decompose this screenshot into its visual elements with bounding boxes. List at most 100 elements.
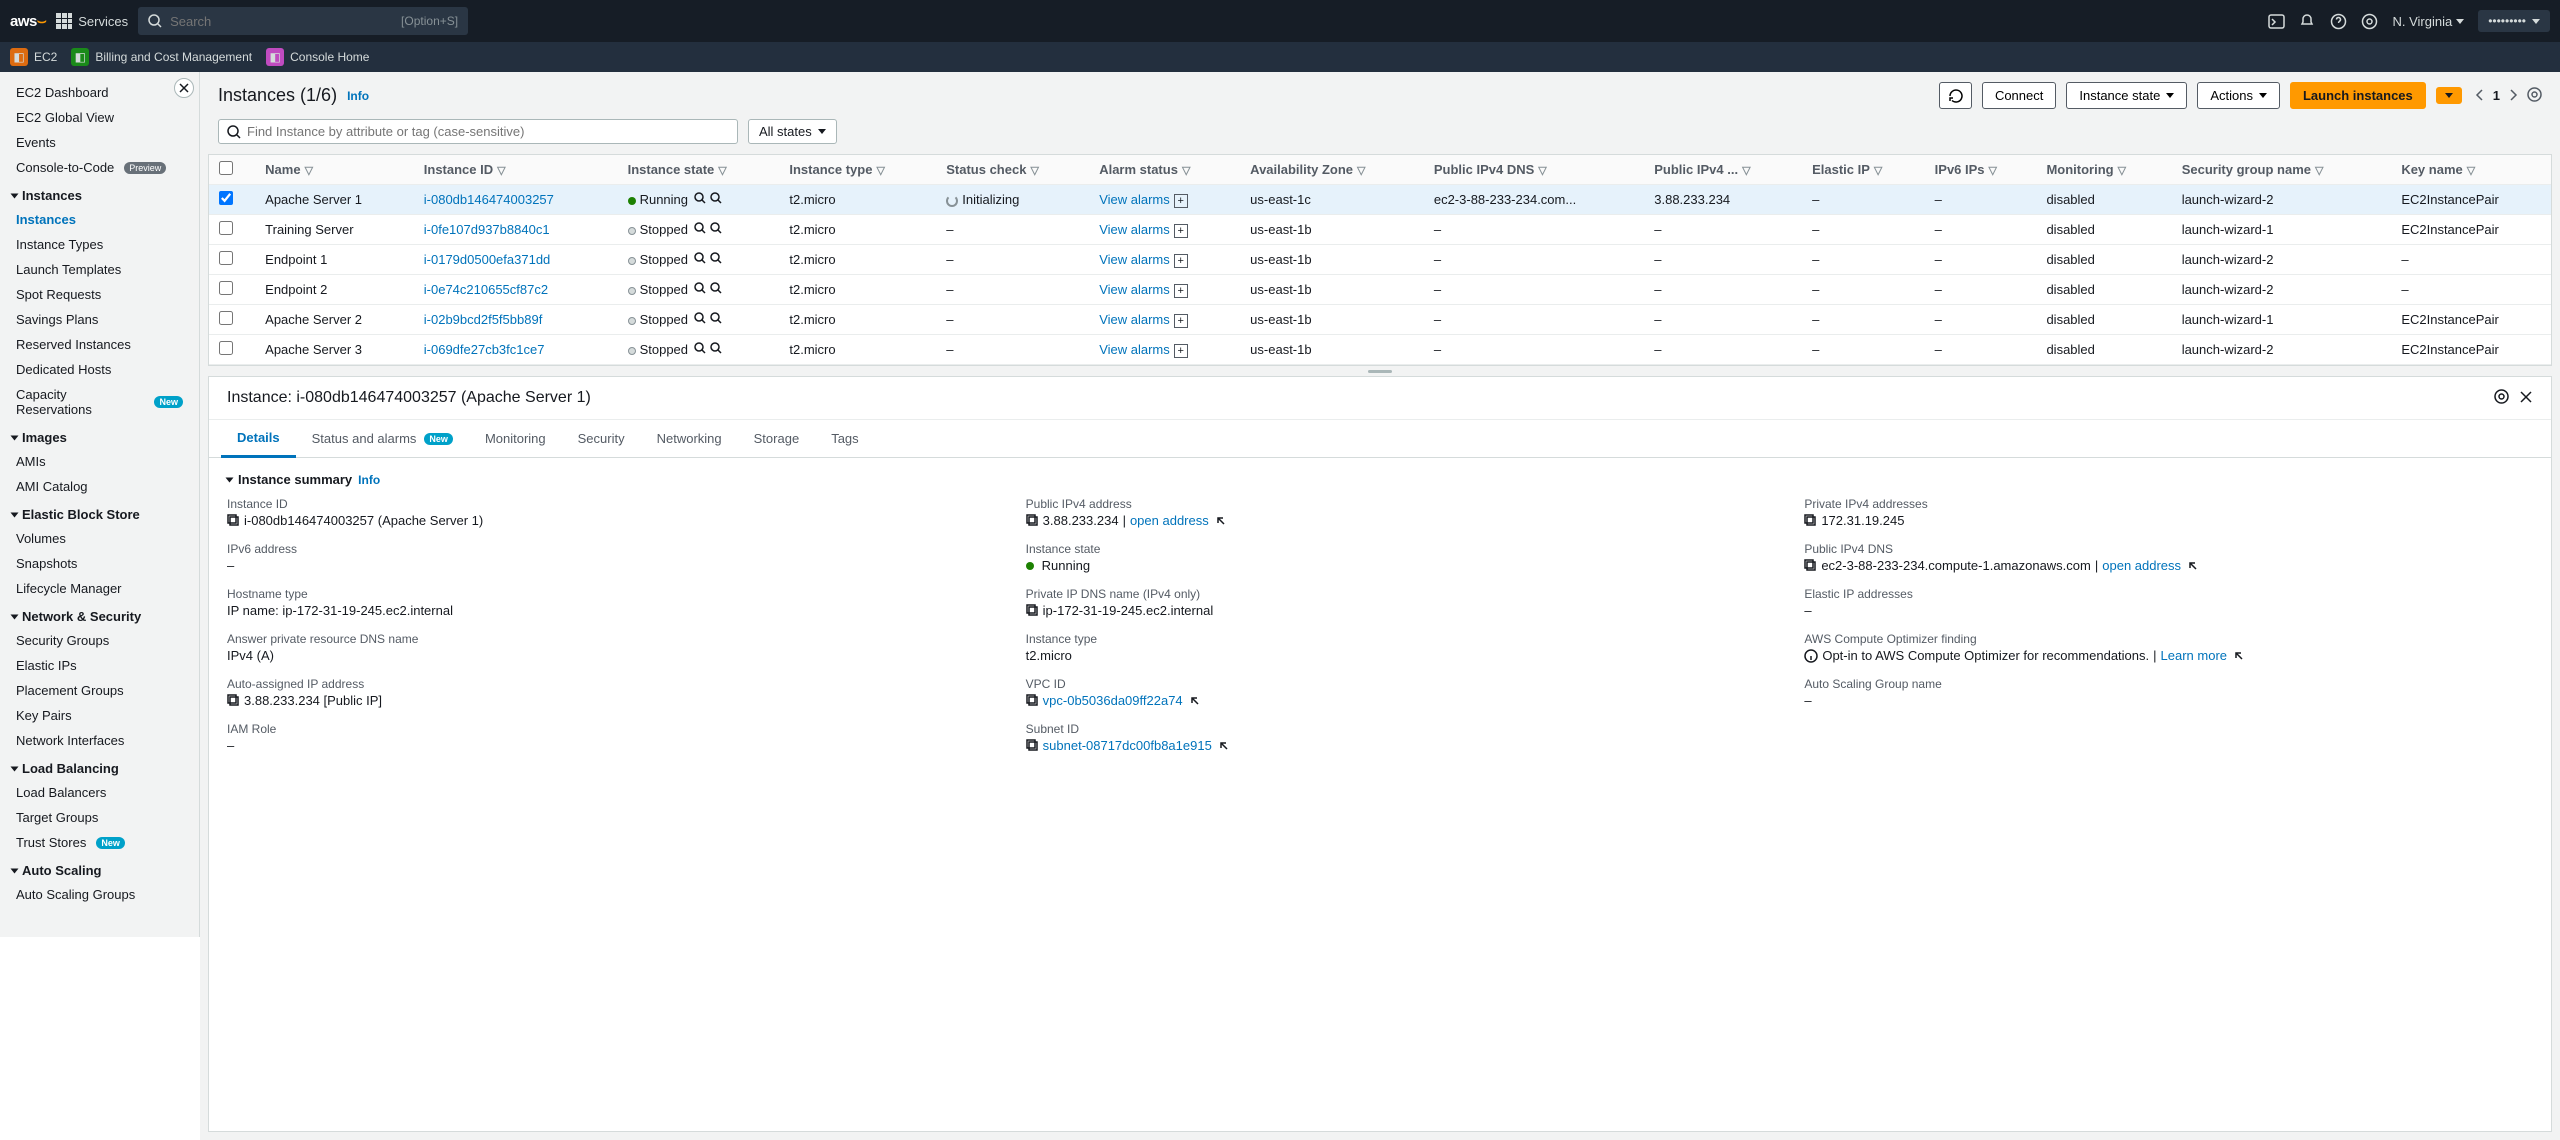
connect-button[interactable]: Connect bbox=[1982, 82, 2056, 109]
instance-id-link[interactable]: i-080db146474003257 bbox=[424, 192, 554, 207]
gear-icon[interactable] bbox=[2361, 13, 2378, 30]
field-link[interactable]: vpc-0b5036da09ff22a74 bbox=[1043, 693, 1183, 708]
summary-info[interactable]: Info bbox=[358, 473, 380, 487]
detail-settings[interactable] bbox=[2494, 389, 2509, 407]
zoom-out-icon[interactable] bbox=[710, 222, 722, 234]
view-alarms-link[interactable]: View alarms bbox=[1099, 192, 1170, 207]
sidebar-item[interactable]: AMI Catalog bbox=[0, 474, 199, 499]
zoom-out-icon[interactable] bbox=[710, 342, 722, 354]
view-alarms-link[interactable]: View alarms bbox=[1099, 342, 1170, 357]
sidebar-item[interactable]: Instances bbox=[0, 207, 199, 232]
row-checkbox[interactable] bbox=[219, 191, 233, 205]
column-header[interactable]: Monitoring▽ bbox=[2036, 155, 2171, 185]
detail-tab[interactable]: Security bbox=[562, 420, 641, 457]
learn-more-link[interactable]: Learn more bbox=[2161, 648, 2227, 663]
sidebar-item[interactable]: Auto Scaling Groups bbox=[0, 882, 199, 907]
sidebar-item[interactable]: Dedicated Hosts bbox=[0, 357, 199, 382]
region-selector[interactable]: N. Virginia bbox=[2392, 14, 2464, 29]
zoom-out-icon[interactable] bbox=[710, 312, 722, 324]
copy-icon[interactable] bbox=[1804, 514, 1817, 527]
help-icon[interactable] bbox=[2330, 13, 2347, 30]
launch-instances-button[interactable]: Launch instances bbox=[2290, 82, 2426, 109]
info-link[interactable]: Info bbox=[347, 89, 369, 103]
view-alarms-link[interactable]: View alarms bbox=[1099, 312, 1170, 327]
svc-chip-billing[interactable]: ◧Billing and Cost Management bbox=[71, 48, 252, 66]
detail-tab[interactable]: Tags bbox=[815, 420, 874, 457]
table-row[interactable]: Endpoint 1 i-0179d0500efa371dd Stopped t… bbox=[209, 245, 2551, 275]
view-alarms-link[interactable]: View alarms bbox=[1099, 252, 1170, 267]
copy-icon[interactable] bbox=[1026, 739, 1039, 752]
row-checkbox[interactable] bbox=[219, 251, 233, 265]
collapse-sidebar[interactable] bbox=[174, 78, 194, 98]
find-input[interactable] bbox=[247, 124, 729, 139]
find-instance[interactable] bbox=[218, 119, 738, 144]
sidebar-item[interactable]: Network Interfaces bbox=[0, 728, 199, 753]
table-row[interactable]: Apache Server 3 i-069dfe27cb3fc1ce7 Stop… bbox=[209, 335, 2551, 365]
column-header[interactable]: Instance ID▽ bbox=[414, 155, 618, 185]
column-header[interactable]: Instance type▽ bbox=[779, 155, 936, 185]
sidebar-item[interactable]: EC2 Global View bbox=[0, 105, 199, 130]
sidebar-item[interactable]: Target Groups bbox=[0, 805, 199, 830]
actions-menu[interactable]: Actions bbox=[2197, 82, 2280, 109]
field-link[interactable]: subnet-08717dc00fb8a1e915 bbox=[1043, 738, 1212, 753]
sidebar-item[interactable]: AMIs bbox=[0, 449, 199, 474]
column-header[interactable]: Public IPv4 DNS▽ bbox=[1424, 155, 1644, 185]
sidebar-section-head[interactable]: Auto Scaling bbox=[0, 855, 199, 882]
row-checkbox[interactable] bbox=[219, 341, 233, 355]
sidebar-section-head[interactable]: Elastic Block Store bbox=[0, 499, 199, 526]
column-header[interactable]: Security group name▽ bbox=[2172, 155, 2392, 185]
column-header[interactable]: Status check▽ bbox=[936, 155, 1089, 185]
aws-logo[interactable]: aws⌣ bbox=[10, 13, 46, 30]
sidebar-item[interactable]: EC2 Dashboard bbox=[0, 80, 199, 105]
instance-id-link[interactable]: i-0fe107d937b8840c1 bbox=[424, 222, 550, 237]
table-row[interactable]: Apache Server 2 i-02b9bcd2f5f5bb89f Stop… bbox=[209, 305, 2551, 335]
copy-icon[interactable] bbox=[227, 694, 240, 707]
sidebar-item[interactable]: Savings Plans bbox=[0, 307, 199, 332]
copy-icon[interactable] bbox=[1026, 514, 1039, 527]
open-address-link[interactable]: open address bbox=[1130, 513, 1209, 528]
column-header[interactable] bbox=[209, 155, 255, 185]
sidebar-item[interactable]: Load Balancers bbox=[0, 780, 199, 805]
sidebar-item[interactable]: Capacity ReservationsNew bbox=[0, 382, 199, 422]
sidebar-item[interactable]: Lifecycle Manager bbox=[0, 576, 199, 601]
detail-tab[interactable]: Monitoring bbox=[469, 420, 562, 457]
column-header[interactable]: Availability Zone▽ bbox=[1240, 155, 1424, 185]
table-row[interactable]: Apache Server 1 i-080db146474003257 Runn… bbox=[209, 185, 2551, 215]
view-alarms-link[interactable]: View alarms bbox=[1099, 282, 1170, 297]
copy-icon[interactable] bbox=[227, 514, 240, 527]
sidebar-item[interactable]: Reserved Instances bbox=[0, 332, 199, 357]
sidebar-item[interactable]: Spot Requests bbox=[0, 282, 199, 307]
sidebar-section-head[interactable]: Network & Security bbox=[0, 601, 199, 628]
sidebar-item[interactable]: Launch Templates bbox=[0, 257, 199, 282]
zoom-in-icon[interactable] bbox=[694, 312, 706, 324]
sidebar-section-head[interactable]: Images bbox=[0, 422, 199, 449]
column-header[interactable]: Key name▽ bbox=[2391, 155, 2551, 185]
column-header[interactable]: Alarm status▽ bbox=[1089, 155, 1240, 185]
services-menu[interactable]: Services bbox=[56, 13, 128, 29]
instance-state-menu[interactable]: Instance state bbox=[2066, 82, 2187, 109]
column-header[interactable]: Name▽ bbox=[255, 155, 414, 185]
copy-icon[interactable] bbox=[1026, 604, 1039, 617]
add-alarm[interactable]: + bbox=[1174, 254, 1188, 268]
column-header[interactable]: Public IPv4 ...▽ bbox=[1644, 155, 1802, 185]
instance-id-link[interactable]: i-0e74c210655cf87c2 bbox=[424, 282, 548, 297]
svc-chip-ec2[interactable]: ◧EC2 bbox=[10, 48, 57, 66]
zoom-in-icon[interactable] bbox=[694, 282, 706, 294]
detail-tab[interactable]: Networking bbox=[641, 420, 738, 457]
search-input[interactable] bbox=[170, 14, 393, 29]
zoom-out-icon[interactable] bbox=[710, 192, 722, 204]
row-checkbox[interactable] bbox=[219, 281, 233, 295]
page-prev[interactable] bbox=[2472, 87, 2487, 105]
zoom-in-icon[interactable] bbox=[694, 192, 706, 204]
column-header[interactable]: Elastic IP▽ bbox=[1802, 155, 1925, 185]
column-header[interactable]: Instance state▽ bbox=[618, 155, 780, 185]
zoom-in-icon[interactable] bbox=[694, 342, 706, 354]
view-alarms-link[interactable]: View alarms bbox=[1099, 222, 1170, 237]
sidebar-item[interactable]: Key Pairs bbox=[0, 703, 199, 728]
sidebar-item[interactable]: Console-to-CodePreview bbox=[0, 155, 199, 180]
add-alarm[interactable]: + bbox=[1174, 224, 1188, 238]
state-filter[interactable]: All states bbox=[748, 119, 837, 144]
zoom-out-icon[interactable] bbox=[710, 252, 722, 264]
instance-id-link[interactable]: i-069dfe27cb3fc1ce7 bbox=[424, 342, 545, 357]
account-menu[interactable]: ••••••••• bbox=[2478, 10, 2550, 32]
